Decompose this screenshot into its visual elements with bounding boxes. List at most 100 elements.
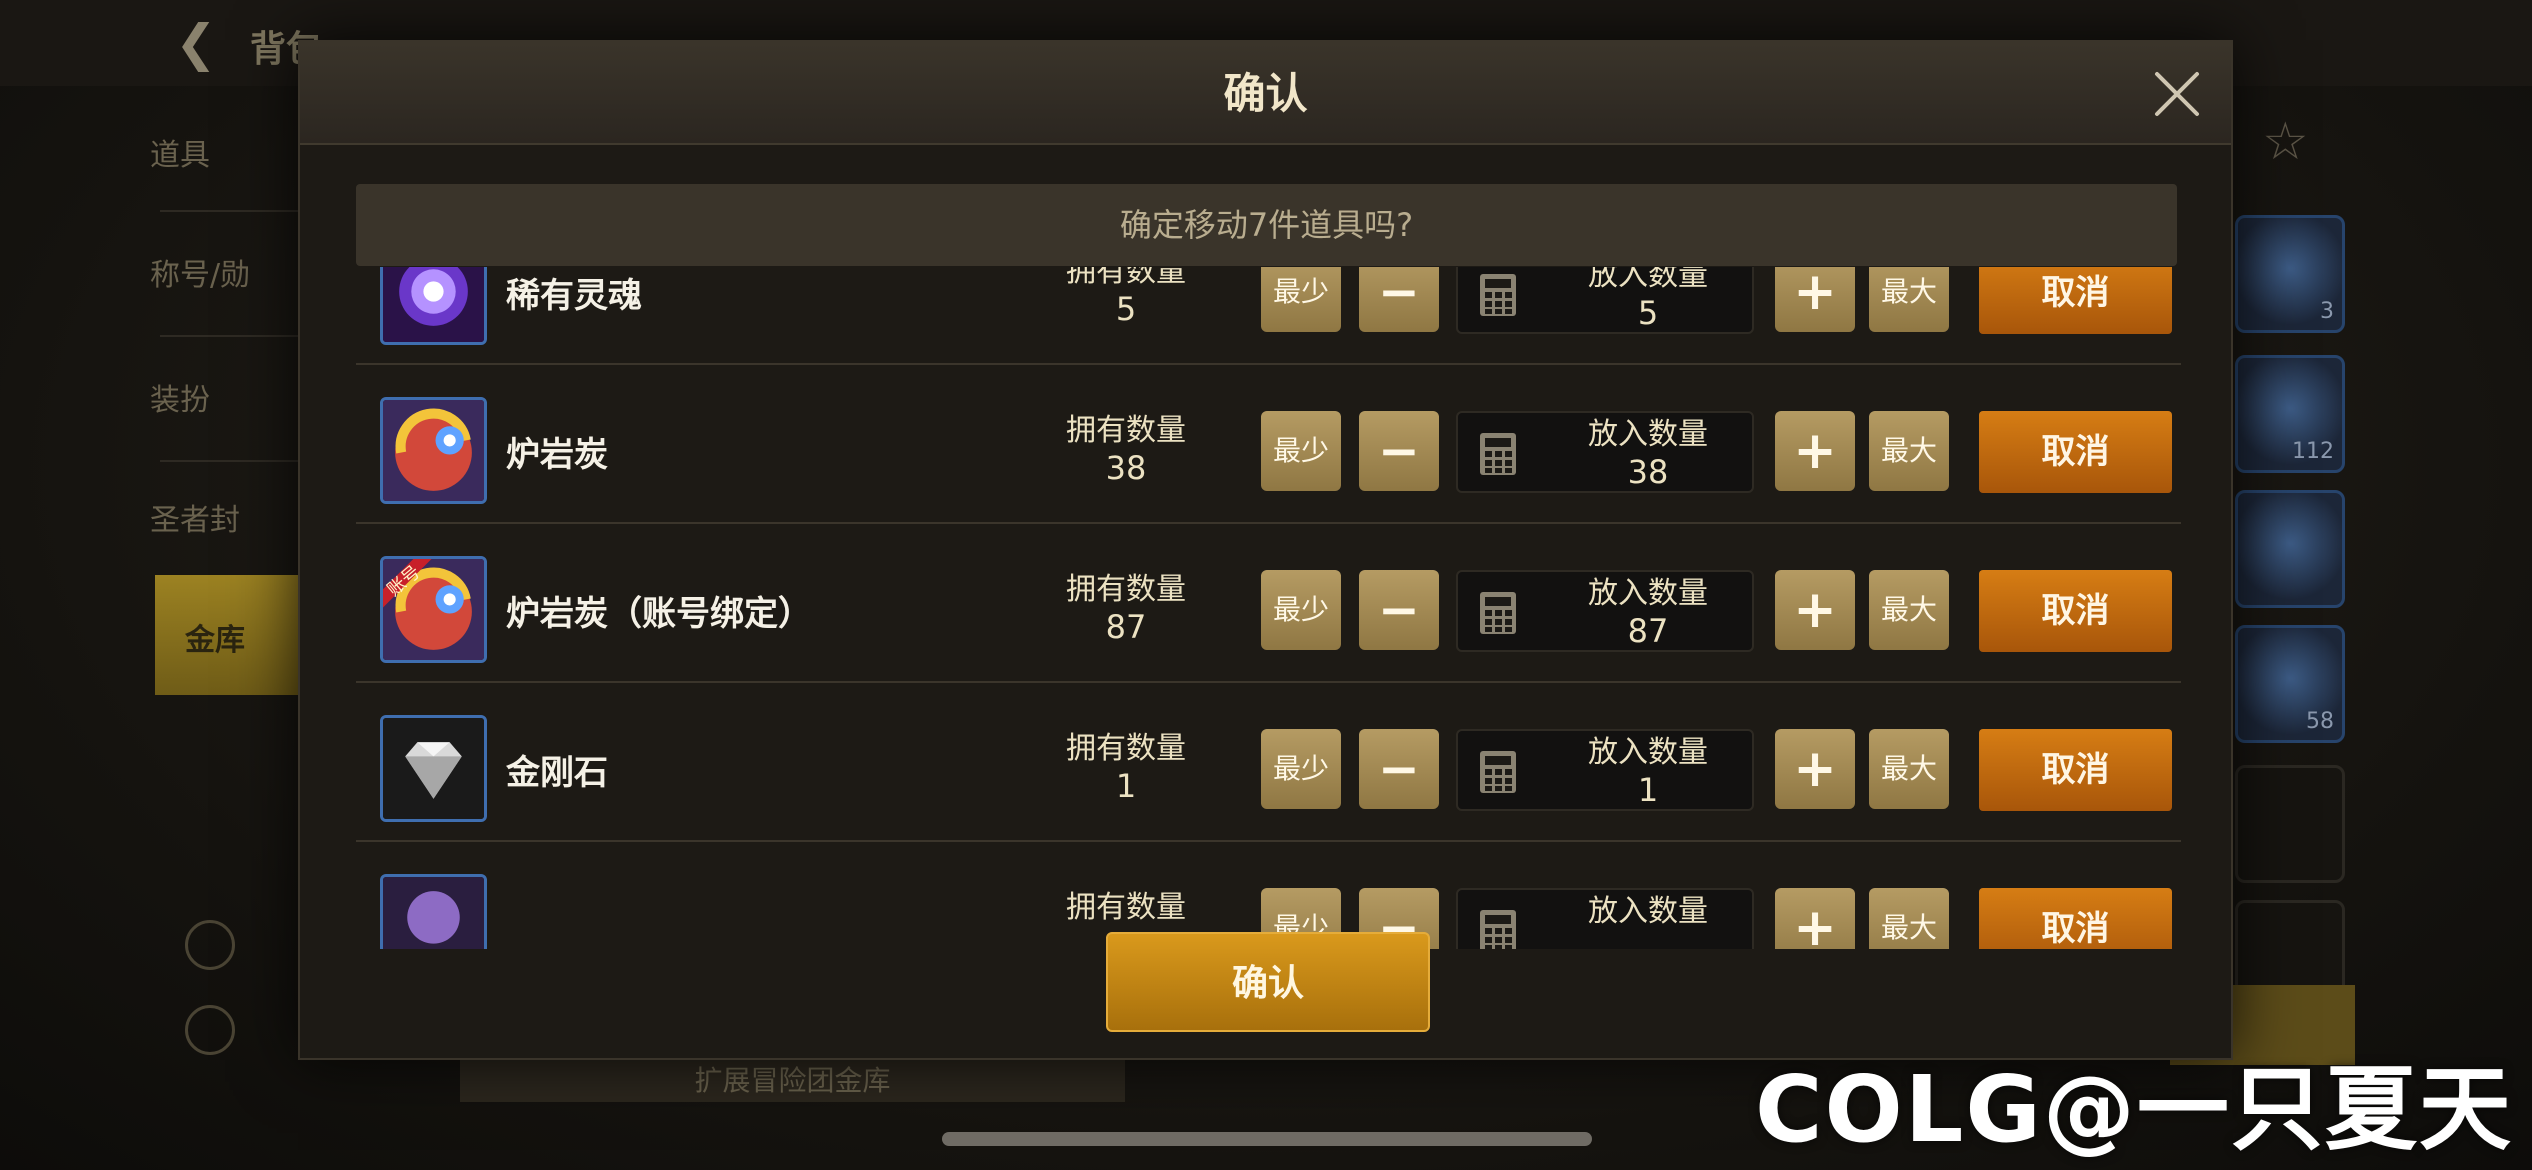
- cancel-button[interactable]: 取消: [1979, 729, 2172, 811]
- cancel-button[interactable]: 取消: [1979, 267, 2172, 334]
- item-list-content: 稀有灵魂 拥有数量 5 最少 − 放入数量 5 + 最大 取消 炉岩炭 拥有数量…: [356, 267, 2181, 949]
- put-label: 放入数量: [1588, 894, 1708, 929]
- quantity-field[interactable]: 放入数量 87: [1456, 570, 1754, 652]
- max-button[interactable]: 最大: [1869, 267, 1949, 332]
- quantity-field[interactable]: 放入数量 38: [1456, 411, 1754, 493]
- background-slot[interactable]: 58: [2235, 625, 2345, 743]
- diamond-icon: [380, 715, 487, 822]
- max-button[interactable]: 最大: [1869, 729, 1949, 809]
- decrement-button[interactable]: −: [1359, 411, 1439, 491]
- owned-quantity: 拥有数量 87: [1056, 572, 1196, 646]
- item-row: 金刚石 拥有数量 1 最少 − 放入数量 1 + 最大 取消: [356, 683, 2181, 842]
- increment-button[interactable]: +: [1775, 411, 1855, 491]
- max-button[interactable]: 最大: [1869, 570, 1949, 650]
- watermark: COLG@一只夏天: [1755, 1056, 2513, 1163]
- item-row: 稀有灵魂 拥有数量 5 最少 − 放入数量 5 + 最大 取消: [356, 267, 2181, 365]
- put-label: 放入数量: [1588, 267, 1708, 293]
- max-button[interactable]: 最大: [1869, 411, 1949, 491]
- calculator-icon[interactable]: [1478, 590, 1518, 636]
- confirm-dialog: 确认 确定移动7件道具吗? 稀有灵魂 拥有数量 5 最少 − 放入数量 5 + …: [298, 40, 2233, 1060]
- min-button[interactable]: 最少: [1261, 729, 1341, 809]
- owned-label: 拥有数量: [1066, 890, 1186, 925]
- background-slot[interactable]: [2235, 765, 2345, 883]
- item-list[interactable]: 稀有灵魂 拥有数量 5 最少 − 放入数量 5 + 最大 取消 炉岩炭 拥有数量…: [356, 267, 2181, 949]
- background-sidebar-selected[interactable]: 金库: [155, 575, 305, 695]
- quantity-field[interactable]: 放入数量 1: [1456, 729, 1754, 811]
- dialog-title: 确认: [1223, 69, 1308, 118]
- cancel-button[interactable]: 取消: [1979, 411, 2172, 493]
- put-label: 放入数量: [1588, 576, 1708, 611]
- decrement-button[interactable]: −: [1359, 570, 1439, 650]
- increment-button[interactable]: +: [1775, 888, 1855, 949]
- put-value: 1: [1637, 771, 1659, 809]
- background-sidebar-item[interactable]: 道具: [150, 130, 300, 174]
- owned-value: 1: [1115, 767, 1137, 805]
- lava-coal-bound-icon: 账号: [380, 556, 487, 663]
- background-slot[interactable]: [2235, 490, 2345, 608]
- increment-button[interactable]: +: [1775, 729, 1855, 809]
- item-name: 金刚石: [506, 753, 608, 793]
- owned-quantity: 拥有数量 38: [1056, 413, 1196, 487]
- owned-value: 38: [1105, 449, 1147, 487]
- put-label: 放入数量: [1588, 417, 1708, 452]
- item-name: 炉岩炭: [506, 435, 608, 475]
- back-arrow-icon[interactable]: ❮: [175, 14, 217, 72]
- put-quantity: 放入数量 38: [1558, 417, 1738, 491]
- min-button[interactable]: 最少: [1261, 267, 1341, 332]
- background-sidebar-item[interactable]: 圣者封: [150, 495, 300, 539]
- game-screen: ❮ 背包 道具 称号/勋 装扮 圣者封 金库 ☆ 3 112 58 扩展冒险团金…: [0, 0, 2532, 1170]
- background-sidebar-item[interactable]: 装扮: [150, 375, 300, 419]
- owned-label: 拥有数量: [1066, 413, 1186, 448]
- confirm-prompt: 确定移动7件道具吗?: [356, 184, 2177, 266]
- background-side-icon[interactable]: [185, 1005, 235, 1055]
- background-divider: [160, 460, 300, 462]
- star-icon[interactable]: ☆: [2262, 112, 2309, 172]
- quantity-field[interactable]: 放入数量: [1456, 888, 1754, 949]
- put-value: 38: [1627, 453, 1669, 491]
- put-quantity: 放入数量 1: [1558, 735, 1738, 809]
- background-expand-button[interactable]: 扩展冒险团金库: [460, 1060, 1125, 1102]
- owned-label: 拥有数量: [1066, 267, 1186, 289]
- background-slot[interactable]: 3: [2235, 215, 2345, 333]
- min-button[interactable]: 最少: [1261, 570, 1341, 650]
- close-icon[interactable]: [2149, 66, 2205, 122]
- min-button[interactable]: 最少: [1261, 411, 1341, 491]
- put-quantity: 放入数量 5: [1558, 267, 1738, 332]
- background-sidebar-item[interactable]: 称号/勋: [150, 250, 300, 294]
- put-quantity: 放入数量 87: [1558, 576, 1738, 650]
- calculator-icon[interactable]: [1478, 908, 1518, 949]
- put-value: 87: [1627, 612, 1669, 650]
- rare-soul-icon: [380, 267, 487, 345]
- calculator-icon[interactable]: [1478, 272, 1518, 318]
- owned-quantity: 拥有数量 1: [1056, 731, 1196, 805]
- cancel-button[interactable]: 取消: [1979, 888, 2172, 949]
- decrement-button[interactable]: −: [1359, 729, 1439, 809]
- calculator-icon[interactable]: [1478, 431, 1518, 477]
- purple-orb-icon: [380, 874, 487, 949]
- home-indicator[interactable]: [942, 1132, 1592, 1146]
- increment-button[interactable]: +: [1775, 267, 1855, 332]
- owned-label: 拥有数量: [1066, 572, 1186, 607]
- owned-quantity: 拥有数量: [1056, 890, 1196, 926]
- put-quantity: 放入数量: [1558, 894, 1738, 930]
- owned-label: 拥有数量: [1066, 731, 1186, 766]
- put-label: 放入数量: [1588, 735, 1708, 770]
- background-divider: [160, 335, 300, 337]
- background-slot[interactable]: 112: [2235, 355, 2345, 473]
- confirm-button[interactable]: 确认: [1106, 932, 1430, 1032]
- item-row: 账号 炉岩炭（账号绑定） 拥有数量 87 最少 − 放入数量 87 + 最大 取…: [356, 524, 2181, 683]
- increment-button[interactable]: +: [1775, 570, 1855, 650]
- decrement-button[interactable]: −: [1359, 267, 1439, 332]
- put-value: 5: [1637, 294, 1659, 332]
- owned-value: 87: [1105, 608, 1147, 646]
- calculator-icon[interactable]: [1478, 749, 1518, 795]
- item-name: 炉岩炭（账号绑定）: [506, 594, 812, 634]
- background-side-icon[interactable]: [185, 920, 235, 970]
- lava-coal-icon: [380, 397, 487, 504]
- quantity-field[interactable]: 放入数量 5: [1456, 267, 1754, 334]
- item-row: 炉岩炭 拥有数量 38 最少 − 放入数量 38 + 最大 取消: [356, 365, 2181, 524]
- cancel-button[interactable]: 取消: [1979, 570, 2172, 652]
- max-button[interactable]: 最大: [1869, 888, 1949, 949]
- background-divider: [160, 210, 300, 212]
- owned-quantity: 拥有数量 5: [1056, 267, 1196, 328]
